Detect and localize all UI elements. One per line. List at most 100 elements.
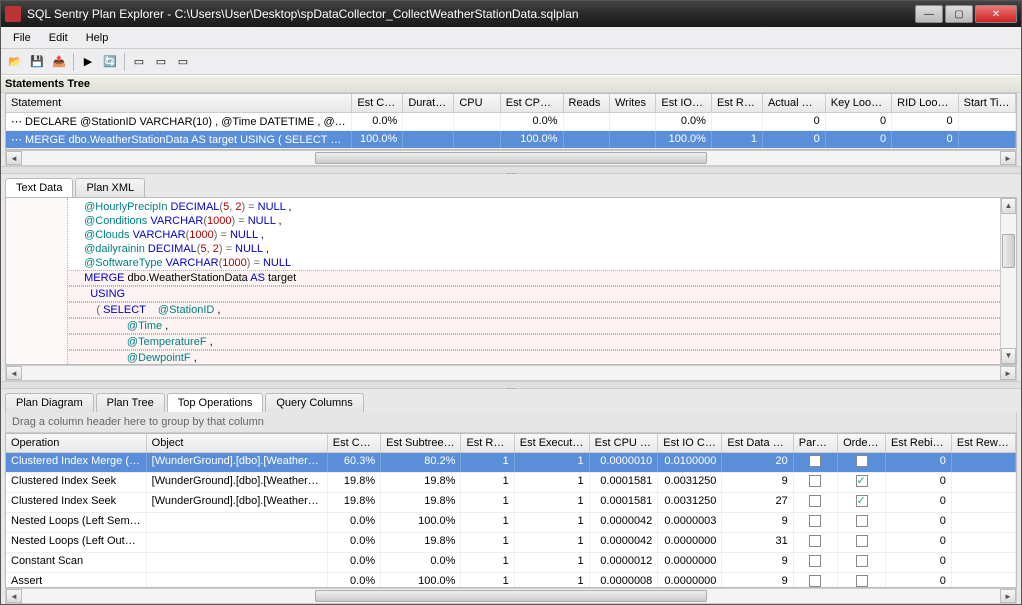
cell: 0 bbox=[886, 533, 952, 552]
menu-help[interactable]: Help bbox=[78, 30, 117, 46]
tab-top-operations[interactable]: Top Operations bbox=[167, 393, 264, 412]
cell bbox=[403, 131, 454, 148]
column-header[interactable]: Ordered bbox=[838, 434, 886, 452]
scroll-left-icon[interactable]: ◄ bbox=[6, 589, 22, 603]
splitter[interactable] bbox=[1, 381, 1021, 389]
cell: 31 bbox=[722, 533, 793, 552]
menu-edit[interactable]: Edit bbox=[41, 30, 76, 46]
scroll-right-icon[interactable]: ► bbox=[1000, 589, 1016, 603]
column-header[interactable]: CPU bbox=[454, 94, 500, 112]
cell bbox=[147, 533, 328, 552]
column-header[interactable]: Est Rows bbox=[712, 94, 763, 112]
column-header[interactable]: Est Cost bbox=[328, 434, 381, 452]
column-header[interactable]: Object bbox=[147, 434, 328, 452]
column-header[interactable]: Est IO Cost bbox=[658, 434, 722, 452]
table-row[interactable]: Assert0.0%100.0%110.00000080.000000090 bbox=[6, 573, 1016, 588]
column-header[interactable]: Est Executions bbox=[515, 434, 590, 452]
table-row[interactable]: ⋯ DECLARE @StationID VARCHAR(10) , @Time… bbox=[6, 113, 1016, 131]
table-row[interactable]: Nested Loops (Left Outer Join)0.0%19.8%1… bbox=[6, 533, 1016, 553]
table-row[interactable]: Clustered Index Seek[WunderGround].[dbo]… bbox=[6, 473, 1016, 493]
code-gutter bbox=[6, 198, 68, 364]
tab-plan-tree[interactable]: Plan Tree bbox=[96, 393, 165, 412]
column-header[interactable]: Est CPU Cost bbox=[501, 94, 564, 112]
open-icon[interactable]: 📂 bbox=[5, 52, 25, 72]
cell bbox=[794, 573, 838, 588]
cell: 0 bbox=[886, 573, 952, 588]
cell bbox=[794, 533, 838, 552]
column-header[interactable]: Est CPU Cost bbox=[590, 434, 659, 452]
titlebar: SQL Sentry Plan Explorer - C:\Users\User… bbox=[1, 1, 1021, 27]
scroll-thumb[interactable] bbox=[315, 152, 706, 164]
cell bbox=[147, 513, 328, 532]
cell: 0.0% bbox=[501, 113, 564, 130]
group-by-bar[interactable]: Drag a column header here to group by th… bbox=[5, 412, 1017, 433]
scroll-thumb[interactable] bbox=[1002, 234, 1015, 268]
scroll-left-icon[interactable]: ◄ bbox=[6, 151, 22, 165]
column-header[interactable]: Operation bbox=[6, 434, 147, 452]
operations-hscroll[interactable]: ◄ ► bbox=[5, 588, 1017, 604]
scroll-track[interactable] bbox=[22, 589, 1000, 603]
layout3-icon[interactable]: ▭ bbox=[173, 52, 193, 72]
refresh-icon[interactable]: 🔄 bbox=[100, 52, 120, 72]
operations-grid: OperationObjectEst CostEst Subtree CostE… bbox=[5, 433, 1017, 588]
column-header[interactable]: Est IO Cost bbox=[656, 94, 712, 112]
run-icon[interactable]: ▶ bbox=[78, 52, 98, 72]
column-header[interactable]: Actual Rows bbox=[763, 94, 826, 112]
scroll-thumb[interactable] bbox=[315, 590, 706, 602]
statements-grid: StatementEst CostDurationCPUEst CPU Cost… bbox=[5, 93, 1017, 150]
column-header[interactable]: Est Subtree Cost bbox=[381, 434, 461, 452]
tab-plan-xml[interactable]: Plan XML bbox=[75, 178, 145, 197]
splitter[interactable] bbox=[1, 166, 1021, 174]
scroll-track[interactable] bbox=[22, 151, 1000, 165]
scroll-left-icon[interactable]: ◄ bbox=[6, 366, 22, 380]
cell: 0.0% bbox=[328, 573, 381, 588]
app-icon bbox=[5, 6, 21, 22]
scroll-right-icon[interactable]: ► bbox=[1000, 366, 1016, 380]
column-header[interactable]: Start Time bbox=[959, 94, 1016, 112]
column-header[interactable]: Est Cost bbox=[352, 94, 403, 112]
column-header[interactable]: Key Lookups bbox=[826, 94, 892, 112]
cell: 9 bbox=[722, 553, 793, 572]
column-header[interactable]: Est Data Size bbox=[722, 434, 793, 452]
sql-text-pane[interactable]: @HourlyPrecipIn DECIMAL(5, 2) = NULL , @… bbox=[5, 197, 1017, 365]
scroll-track[interactable] bbox=[22, 366, 1000, 380]
column-header[interactable]: Parallel bbox=[794, 434, 838, 452]
column-header[interactable]: RID Lookups bbox=[892, 94, 958, 112]
column-header[interactable]: Duration bbox=[403, 94, 454, 112]
scroll-down-icon[interactable]: ▼ bbox=[1001, 348, 1016, 364]
column-header[interactable]: Writes bbox=[610, 94, 656, 112]
cell bbox=[454, 113, 500, 130]
column-header[interactable]: Est Rebinds bbox=[886, 434, 952, 452]
scroll-track[interactable] bbox=[1001, 214, 1016, 348]
table-row[interactable]: Clustered Index Seek[WunderGround].[dbo]… bbox=[6, 493, 1016, 513]
scroll-right-icon[interactable]: ► bbox=[1000, 151, 1016, 165]
layout1-icon[interactable]: ▭ bbox=[129, 52, 149, 72]
save-icon[interactable]: 💾 bbox=[27, 52, 47, 72]
close-button[interactable]: ✕ bbox=[975, 5, 1017, 23]
tab-query-columns[interactable]: Query Columns bbox=[265, 393, 363, 412]
tab-plan-diagram[interactable]: Plan Diagram bbox=[5, 393, 94, 412]
code-hscroll[interactable]: ◄ ► bbox=[5, 365, 1017, 381]
toolbar: 📂 💾 📤 ▶ 🔄 ▭ ▭ ▭ bbox=[1, 49, 1021, 75]
code-vscroll[interactable]: ▲ ▼ bbox=[1000, 198, 1016, 364]
table-row[interactable]: ⋯ MERGE dbo.WeatherStationData AS target… bbox=[6, 131, 1016, 149]
cell bbox=[838, 493, 886, 512]
menu-file[interactable]: File bbox=[5, 30, 39, 46]
scroll-up-icon[interactable]: ▲ bbox=[1001, 198, 1016, 214]
table-row[interactable]: Clustered Index Merge (Merge)[WunderGrou… bbox=[6, 453, 1016, 473]
column-header[interactable]: Est Rewinds bbox=[952, 434, 1016, 452]
tab-text-data[interactable]: Text Data bbox=[5, 178, 73, 197]
toolbar-separator bbox=[73, 53, 74, 71]
parallel-checkbox bbox=[809, 575, 821, 587]
maximize-button[interactable]: ▢ bbox=[945, 5, 973, 23]
table-row[interactable]: Nested Loops (Left Semi Join)0.0%100.0%1… bbox=[6, 513, 1016, 533]
column-header[interactable]: Statement bbox=[6, 94, 352, 112]
minimize-button[interactable]: — bbox=[915, 5, 943, 23]
layout2-icon[interactable]: ▭ bbox=[151, 52, 171, 72]
statements-hscroll[interactable]: ◄ ► bbox=[5, 150, 1017, 166]
table-row[interactable]: Constant Scan0.0%0.0%110.00000120.000000… bbox=[6, 553, 1016, 573]
column-header[interactable]: Reads bbox=[564, 94, 610, 112]
cell: 80.2% bbox=[381, 453, 461, 472]
export-icon[interactable]: 📤 bbox=[49, 52, 69, 72]
column-header[interactable]: Est Rows bbox=[461, 434, 514, 452]
